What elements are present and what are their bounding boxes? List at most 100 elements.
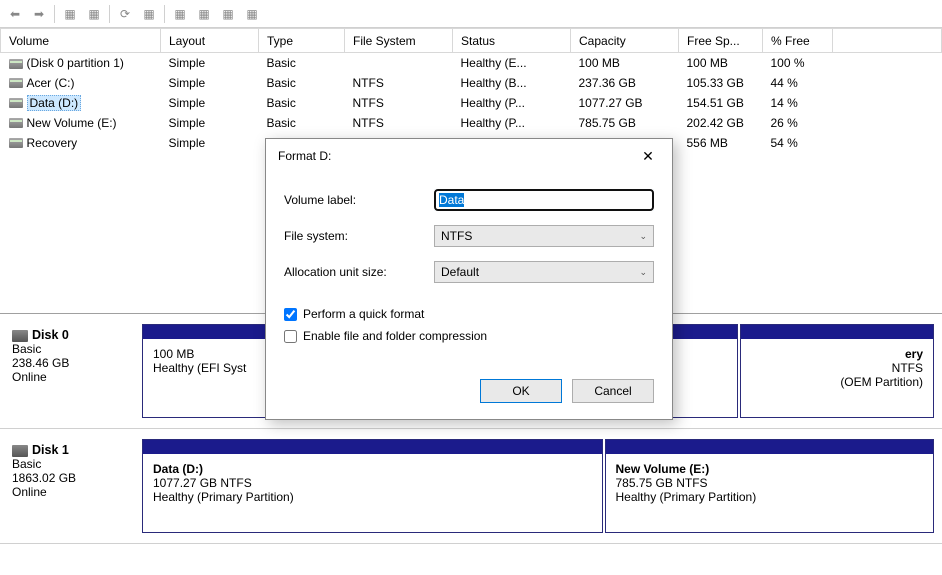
ok-button[interactable]: OK: [480, 379, 562, 403]
partition-size: 100 MB: [153, 347, 281, 361]
disk-type: Basic: [12, 457, 41, 471]
volume-name: Acer (C:): [27, 76, 75, 90]
cell-free: 202.42 GB: [679, 113, 763, 133]
table-row[interactable]: (Disk 0 partition 1)SimpleBasicHealthy (…: [1, 53, 942, 73]
toolbar-icon[interactable]: ▦: [138, 3, 160, 25]
partition-status: (OEM Partition): [751, 375, 923, 389]
toolbar-icon[interactable]: ▦: [241, 3, 263, 25]
cell-capacity: 237.36 GB: [571, 73, 679, 93]
col-layout[interactable]: Layout: [161, 29, 259, 53]
disk-type: Basic: [12, 342, 41, 356]
cell-layout: Simple: [161, 133, 259, 153]
allocation-unit-value: Default: [441, 265, 479, 279]
col-status[interactable]: Status: [453, 29, 571, 53]
cell-type: Basic: [259, 93, 345, 113]
disk-name: Disk 1: [32, 443, 69, 457]
cell-capacity: 1077.27 GB: [571, 93, 679, 113]
table-row[interactable]: Acer (C:)SimpleBasicNTFSHealthy (B...237…: [1, 73, 942, 93]
chevron-down-icon: ⌄: [639, 267, 647, 278]
partition[interactable]: New Volume (E:)785.75 GB NTFSHealthy (Pr…: [605, 439, 935, 533]
file-system-label: File system:: [284, 229, 434, 243]
cell-layout: Simple: [161, 93, 259, 113]
close-icon[interactable]: ✕: [632, 145, 664, 167]
refresh-icon[interactable]: ⟳: [114, 3, 136, 25]
cell-free: 100 MB: [679, 53, 763, 73]
cell-pct: 100 %: [763, 53, 833, 73]
toolbar-icon[interactable]: ▦: [59, 3, 81, 25]
volume-icon: [9, 59, 23, 69]
toolbar-icon[interactable]: ▦: [83, 3, 105, 25]
partitions: Data (D:)1077.27 GB NTFSHealthy (Primary…: [142, 439, 934, 533]
dialog-title: Format D:: [278, 149, 331, 163]
volume-icon: [9, 98, 23, 108]
cell-status: Healthy (P...: [453, 93, 571, 113]
col-pctfree[interactable]: % Free: [763, 29, 833, 53]
volume-icon: [9, 78, 23, 88]
disk-label: Disk 1Basic1863.02 GBOnline: [8, 439, 136, 533]
disk-row: Disk 1Basic1863.02 GBOnlineData (D:)1077…: [0, 429, 942, 544]
toolbar: ⬅ ➡ ▦ ▦ ⟳ ▦ ▦ ▦ ▦ ▦: [0, 0, 942, 28]
cell-fs: NTFS: [345, 93, 453, 113]
col-free[interactable]: Free Sp...: [679, 29, 763, 53]
cell-layout: Simple: [161, 73, 259, 93]
quick-format-checkbox[interactable]: [284, 308, 297, 321]
cell-pct: 54 %: [763, 133, 833, 153]
table-row[interactable]: Data (D:) SimpleBasicNTFSHealthy (P...107…: [1, 93, 942, 113]
volume-name: Data (D:): [27, 95, 82, 111]
cell-fs: NTFS: [345, 73, 453, 93]
toolbar-icon[interactable]: ▦: [217, 3, 239, 25]
col-type[interactable]: Type: [259, 29, 345, 53]
disk-state: Online: [12, 370, 47, 384]
chevron-down-icon: ⌄: [639, 231, 647, 242]
compression-label: Enable file and folder compression: [303, 329, 487, 343]
disk-state: Online: [12, 485, 47, 499]
allocation-unit-label: Allocation unit size:: [284, 265, 434, 279]
partition-title: New Volume (E:): [616, 462, 710, 476]
col-capacity[interactable]: Capacity: [571, 29, 679, 53]
file-system-value: NTFS: [441, 229, 472, 243]
partition[interactable]: eryNTFS(OEM Partition): [740, 324, 934, 418]
volume-icon: [9, 118, 23, 128]
partition-size: 1077.27 GB NTFS: [153, 476, 592, 490]
forward-icon[interactable]: ➡: [28, 3, 50, 25]
cell-free: 154.51 GB: [679, 93, 763, 113]
back-icon[interactable]: ⬅: [4, 3, 26, 25]
disk-icon: [12, 445, 28, 457]
cell-free: 105.33 GB: [679, 73, 763, 93]
col-spacer: [833, 29, 942, 53]
disk-size: 1863.02 GB: [12, 471, 76, 485]
partition-title: ery: [905, 347, 923, 361]
toolbar-icon[interactable]: ▦: [193, 3, 215, 25]
partition-title: Data (D:): [153, 462, 203, 476]
volume-icon: [9, 138, 23, 148]
allocation-unit-combo[interactable]: Default ⌄: [434, 261, 654, 283]
disk-name: Disk 0: [32, 328, 69, 342]
volume-label-label: Volume label:: [284, 193, 434, 207]
cell-layout: Simple: [161, 53, 259, 73]
volume-name: New Volume (E:): [27, 116, 117, 130]
col-fs[interactable]: File System: [345, 29, 453, 53]
cell-pct: 14 %: [763, 93, 833, 113]
disk-size: 238.46 GB: [12, 356, 69, 370]
format-dialog: Format D: ✕ Volume label: File system: N…: [265, 138, 673, 420]
cell-type: Basic: [259, 53, 345, 73]
cell-fs: [345, 53, 453, 73]
cell-type: Basic: [259, 113, 345, 133]
quick-format-label: Perform a quick format: [303, 307, 424, 321]
partition-status: Healthy (EFI Syst: [153, 361, 281, 375]
compression-checkbox[interactable]: [284, 330, 297, 343]
file-system-combo[interactable]: NTFS ⌄: [434, 225, 654, 247]
cell-status: Healthy (B...: [453, 73, 571, 93]
partition[interactable]: Data (D:)1077.27 GB NTFSHealthy (Primary…: [142, 439, 603, 533]
toolbar-icon[interactable]: ▦: [169, 3, 191, 25]
cell-free: 556 MB: [679, 133, 763, 153]
cancel-button[interactable]: Cancel: [572, 379, 654, 403]
col-volume[interactable]: Volume: [1, 29, 161, 53]
volume-label-input[interactable]: [434, 189, 654, 211]
cell-pct: 44 %: [763, 73, 833, 93]
table-row[interactable]: New Volume (E:)SimpleBasicNTFSHealthy (P…: [1, 113, 942, 133]
cell-capacity: 785.75 GB: [571, 113, 679, 133]
disk-icon: [12, 330, 28, 342]
cell-capacity: 100 MB: [571, 53, 679, 73]
partition-status: Healthy (Primary Partition): [153, 490, 592, 504]
